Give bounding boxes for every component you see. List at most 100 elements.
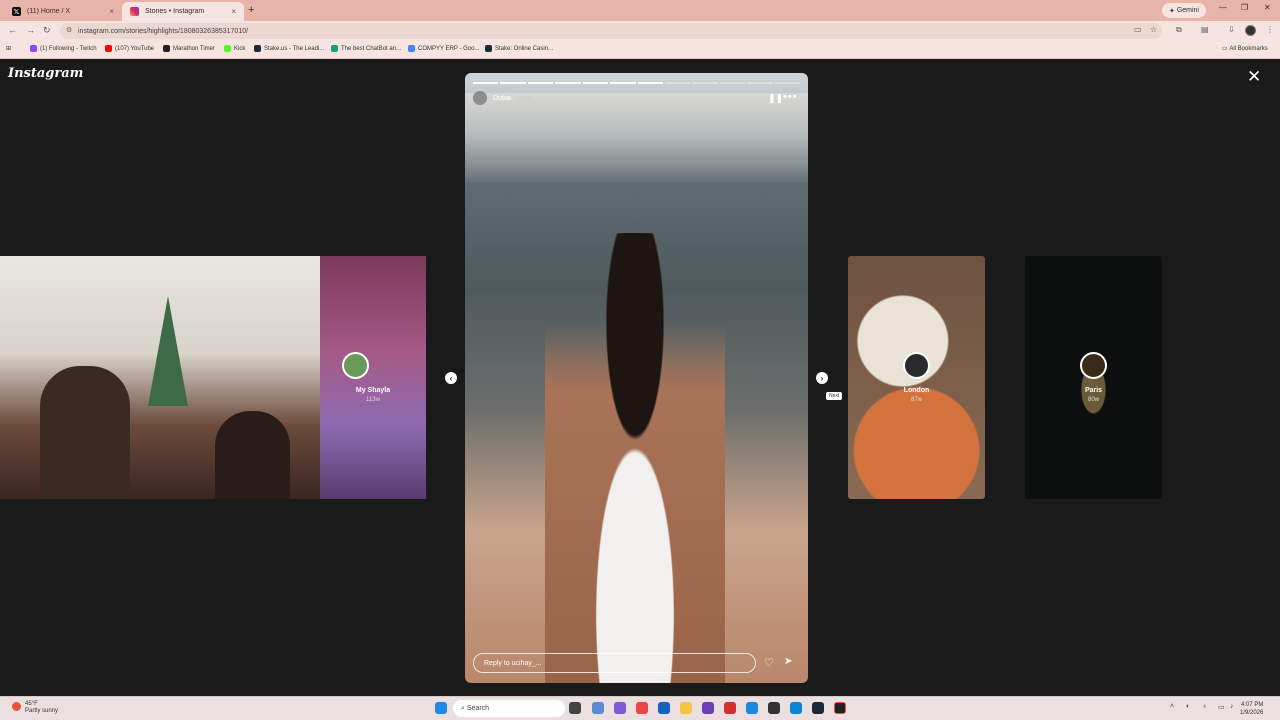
- bookmark-chatbot[interactable]: The best ChatBot an...: [331, 45, 401, 52]
- progress-segment: [719, 82, 746, 84]
- current-story[interactable]: Dubai 115w ❚❚ ••• Reply to ucihay_... ♡ …: [465, 73, 808, 683]
- terminal-icon[interactable]: [834, 702, 846, 714]
- previous-story-preview[interactable]: [0, 256, 320, 499]
- story-highlight-paris[interactable]: Paris 80w: [1025, 256, 1162, 499]
- progress-segment: [747, 82, 773, 84]
- story-highlight-london[interactable]: London 87w: [848, 256, 985, 499]
- taskbar-search[interactable]: ⌕ Search: [453, 700, 565, 717]
- chrome-icon[interactable]: [636, 702, 648, 714]
- steam-icon[interactable]: [812, 702, 824, 714]
- tray-app-icon[interactable]: ♁: [1202, 703, 1207, 710]
- more-options-icon[interactable]: •••: [783, 91, 798, 103]
- windows-start-icon[interactable]: [435, 702, 447, 714]
- forward-icon[interactable]: →: [26, 25, 35, 35]
- next-tooltip: Next: [826, 392, 843, 400]
- story-time: 115w: [516, 94, 533, 102]
- stake-icon: [254, 45, 261, 52]
- tab-x-home[interactable]: 𝕏 (11) Home / X ×: [4, 2, 122, 21]
- reply-placeholder: Reply to ucihay_...: [484, 659, 542, 667]
- reply-input[interactable]: Reply to ucihay_...: [473, 653, 756, 673]
- edge-icon[interactable]: [790, 702, 802, 714]
- weather-desc: Partly sunny: [25, 708, 59, 714]
- bookmark-kick[interactable]: Kick: [224, 45, 245, 52]
- new-tab-button[interactable]: +: [248, 4, 254, 16]
- youtube-icon: [105, 45, 112, 52]
- tray-app-icon[interactable]: ◐: [1186, 703, 1190, 710]
- store-icon[interactable]: [658, 702, 670, 714]
- instagram-logo[interactable]: Instagram: [8, 66, 83, 81]
- story-username[interactable]: Dubai: [493, 95, 511, 102]
- highlight-time: 87w: [910, 397, 922, 403]
- all-bookmarks[interactable]: ▭ All Bookmarks: [1222, 45, 1268, 53]
- close-stories-button[interactable]: ✕: [1247, 68, 1261, 85]
- teams-icon[interactable]: [614, 702, 626, 714]
- back-icon[interactable]: ←: [8, 25, 17, 35]
- apps-grid-icon[interactable]: ⊞: [6, 45, 11, 52]
- bookmark-youtube[interactable]: (107) YouTube: [105, 45, 154, 52]
- timer-icon: [163, 45, 170, 52]
- tab-strip: 𝕏 (11) Home / X × Stories • Instagram × …: [0, 0, 1280, 21]
- weather-widget[interactable]: 45°F Partly sunny: [12, 701, 58, 715]
- next-story-arrow-icon[interactable]: ›: [816, 372, 828, 384]
- progress-segment: [774, 82, 801, 84]
- bookmark-star-icon[interactable]: ☆: [1150, 25, 1157, 34]
- folder-icon: ▭: [1222, 46, 1230, 52]
- weather-temp: 45°F: [25, 701, 38, 707]
- twitch-icon: [30, 45, 37, 52]
- progress-segment: [664, 82, 691, 84]
- tab-close-icon[interactable]: ×: [109, 7, 114, 16]
- widgets-icon[interactable]: [592, 702, 604, 714]
- network-icon[interactable]: ▭: [1218, 703, 1225, 711]
- maximize-button[interactable]: ❐: [1241, 3, 1248, 12]
- story-highlight-my-shayla[interactable]: My Shayla 113w: [320, 256, 426, 499]
- menu-kebab-icon[interactable]: ⋮: [1266, 25, 1274, 34]
- like-heart-icon[interactable]: ♡: [764, 656, 774, 669]
- bookmark-stake-us[interactable]: Stake.us - The Leadi...: [254, 45, 324, 52]
- highlight-avatar: [1080, 352, 1107, 379]
- cast-icon[interactable]: ▭: [1134, 25, 1142, 34]
- send-icon[interactable]: ➤: [784, 656, 792, 667]
- tab-close-icon[interactable]: ×: [231, 7, 236, 16]
- highlight-time: 113w: [366, 397, 380, 403]
- bookmark-stake-casino[interactable]: Stake: Online Casin...: [485, 45, 553, 52]
- gemini-spark-icon: ✦: [1169, 7, 1177, 15]
- highlight-avatar: [342, 352, 369, 379]
- stake-icon: [485, 45, 492, 52]
- app-icon[interactable]: [746, 702, 758, 714]
- progress-segment: [637, 82, 663, 84]
- extensions-icon[interactable]: ⧉: [1176, 25, 1182, 35]
- story-avatar[interactable]: [473, 91, 487, 105]
- bookmark-marathon-timer[interactable]: Marathon Timer: [163, 45, 215, 52]
- tray-overflow-icon[interactable]: ˄: [1170, 703, 1174, 710]
- bookmark-twitch[interactable]: (1) Following - Twitch: [30, 45, 97, 52]
- weather-icon: [12, 702, 21, 711]
- volume-icon[interactable]: ♪: [1230, 703, 1234, 710]
- gemini-label: Gemini: [1176, 7, 1199, 14]
- profile-avatar[interactable]: [1245, 25, 1256, 36]
- window-close-button[interactable]: ✕: [1264, 3, 1271, 12]
- highlight-label: My Shayla: [355, 387, 391, 394]
- app-icon[interactable]: [768, 702, 780, 714]
- bookmark-compyy-erp[interactable]: COMPYY ERP - Goo...: [408, 45, 479, 52]
- clock-date: 1/9/2026: [1240, 710, 1264, 716]
- search-label: Search: [466, 705, 490, 712]
- file-explorer-icon[interactable]: [680, 702, 692, 714]
- previous-story-arrow-icon[interactable]: ‹: [445, 372, 457, 384]
- site-info-icon[interactable]: ⚙: [66, 26, 72, 34]
- app-icon[interactable]: [724, 702, 736, 714]
- progress-segment: [527, 82, 554, 84]
- app-icon[interactable]: [702, 702, 714, 714]
- url-text: instagram.com/stories/highlights/1808032…: [78, 27, 249, 35]
- task-view-icon[interactable]: [569, 702, 581, 714]
- gemini-button[interactable]: ✦ Gemini: [1162, 3, 1206, 18]
- pause-icon[interactable]: ❚❚: [768, 93, 783, 104]
- address-bar[interactable]: ⚙ instagram.com/stories/highlights/18080…: [60, 23, 1162, 39]
- reload-icon[interactable]: ↻: [43, 25, 51, 36]
- minimize-button[interactable]: —: [1219, 3, 1227, 12]
- downloads-icon[interactable]: ⇩: [1228, 25, 1235, 34]
- tab-title: (11) Home / X: [27, 8, 71, 15]
- system-clock[interactable]: 4:07 PM 1/9/2026: [1240, 701, 1263, 717]
- tab-instagram-stories[interactable]: Stories • Instagram ×: [122, 2, 244, 21]
- progress-segment: [692, 82, 718, 84]
- side-panel-icon[interactable]: ▤: [1201, 25, 1209, 34]
